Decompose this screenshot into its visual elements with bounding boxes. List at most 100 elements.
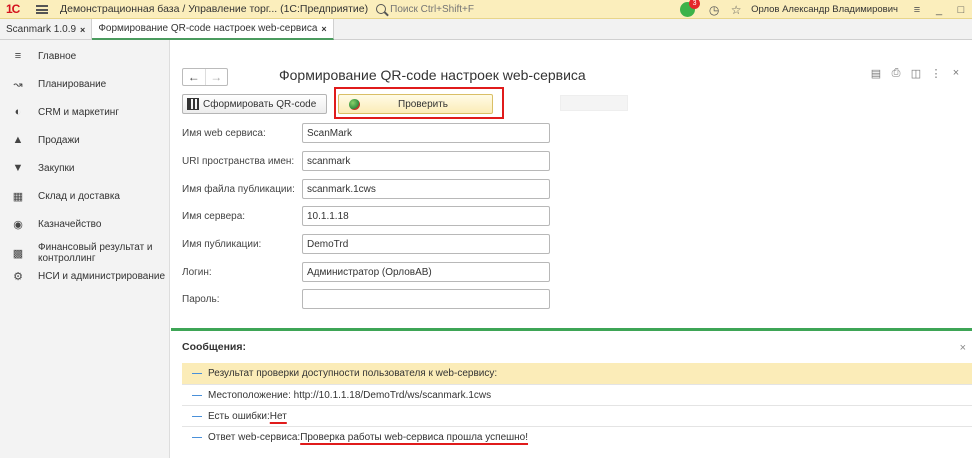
message-dash-icon: — [192,431,202,443]
message-item[interactable]: — Ответ web-сервиса: Проверка работы web… [182,426,972,447]
sidebar-item-finance[interactable]: ▩ Финансовый результат и контроллинг [0,242,170,264]
crm-icon: ◐ [14,106,22,118]
sidebar-item-label: CRM и маркетинг [38,106,119,118]
chart-icon: ▩ [12,247,24,260]
planning-icon: ↝ [13,78,23,91]
maximize-button[interactable]: □ [950,4,972,16]
notification-badge: 3 [689,0,701,9]
field-label: Имя публикации: [182,238,262,250]
sidebar-item-label: Склад и доставка [38,190,120,202]
close-icon[interactable]: × [946,67,966,80]
minimize-button[interactable]: _ [928,4,950,16]
service-name-input[interactable] [302,123,550,143]
gear-icon: ⚙ [13,270,23,283]
sidebar-item-label: Продажи [38,134,80,146]
app-title: Демонстрационная база / Управление торг.… [60,3,369,15]
password-input[interactable] [302,289,550,309]
tab-label: Scanmark 1.0.9 [6,24,77,35]
sidebar-item-sales[interactable]: ▲ Продажи [0,134,170,146]
server-name-input[interactable] [302,206,550,226]
preview-icon[interactable]: ◫ [906,67,926,80]
field-password: Пароль: [182,289,550,309]
highlight-frame [334,87,504,119]
sidebar-item-admin[interactable]: ⚙ НСИ и администрирование [0,270,170,283]
search-input[interactable] [390,3,541,15]
field-label: Имя web сервиса: [182,127,266,139]
sidebar-item-label: Главное [38,50,77,62]
generate-qr-button[interactable]: Сформировать QR-code [182,94,327,114]
qr-preview-panel [560,95,628,111]
sidebar-item-warehouse[interactable]: ▦ Склад и доставка [0,190,170,203]
notifications-icon[interactable]: 3 [680,0,701,17]
messages-close-icon[interactable]: × [960,342,966,354]
field-publication-file: Имя файла публикации: [182,179,550,199]
user-name[interactable]: Орлов Александр Владимирович [751,4,898,15]
more-actions-icon[interactable]: ⋮ [926,67,946,80]
search-icon [376,4,387,14]
message-dash-icon: — [192,389,202,401]
warehouse-icon: ▦ [12,190,24,203]
message-text: Есть ошибки: [208,410,270,422]
save-icon[interactable]: ▤ [866,67,886,80]
favorites-star-icon[interactable]: ☆ [727,3,745,17]
qr-code-icon [187,98,199,110]
sidebar-item-label: Казначейство [38,218,102,230]
forward-arrow-icon[interactable]: → [204,69,228,85]
tab-close-icon[interactable]: × [80,25,85,35]
title-bar: 1С Демонстрационная база / Управление то… [0,0,972,19]
button-label: Сформировать QR-code [203,98,317,110]
open-tabs-bar: Scanmark 1.0.9 × Формирование QR-code на… [0,19,972,40]
message-dash-icon: — [192,410,202,422]
app-logo[interactable]: 1С [6,2,30,16]
field-service-name: Имя web сервиса: [182,123,550,143]
field-login: Логин: [182,262,550,282]
field-label: Логин: [182,266,212,278]
field-publication-name: Имя публикации: [182,234,550,254]
sidebar: ≡ Главное ↝ Планирование ◐ CRM и маркети… [0,40,170,458]
field-label: Пароль: [182,293,220,305]
history-icon[interactable]: ◷ [705,3,723,17]
back-arrow-icon[interactable]: ← [183,69,205,85]
form-area: ← → Формирование QR-code настроек web-се… [171,40,972,458]
tab-label: Формирование QR-code настроек web-сервис… [98,23,318,34]
form-header-icons: ▤ ⎙ ◫ ⋮ × [866,67,966,80]
sidebar-item-label: Финансовый результат и контроллинг [38,242,153,264]
messages-list: — Результат проверки доступности пользов… [182,363,972,447]
tab-scanmark[interactable]: Scanmark 1.0.9 × [0,19,93,40]
title-bar-right: 3 ◷ ☆ Орлов Александр Владимирович ≡ _ □ [680,0,972,19]
search-box[interactable] [376,2,546,17]
sidebar-item-purchases[interactable]: ▼ Закупки [0,162,170,174]
sidebar-item-treasury[interactable]: ◉ Казначейство [0,218,170,231]
messages-title: Сообщения: [182,341,247,353]
settings-menu-icon[interactable]: ≡ [906,4,928,16]
print-icon[interactable]: ⎙ [886,67,906,80]
message-text: Ответ web-сервиса: [208,431,301,443]
message-item[interactable]: — Результат проверки доступности пользов… [182,363,972,384]
sidebar-item-crm[interactable]: ◐ CRM и маркетинг [0,106,170,118]
field-label: Имя файла публикации: [182,183,295,195]
publication-name-input[interactable] [302,234,550,254]
menu-icon: ≡ [14,50,22,62]
sidebar-item-label: Планирование [38,78,107,90]
page-title: Формирование QR-code настроек web-сервис… [279,67,586,83]
sales-icon: ▲ [12,134,24,146]
login-input[interactable] [302,262,550,282]
message-text: Местоположение: http://10.1.1.18/DemoTrd… [208,389,492,401]
field-server-name: Имя сервера: [182,206,550,226]
tab-qr-settings[interactable]: Формирование QR-code настроек web-сервис… [92,19,334,40]
field-label: URI пространства имен: [182,155,295,167]
sidebar-item-label: Закупки [38,162,75,174]
namespace-uri-input[interactable] [302,151,550,171]
sidebar-item-planning[interactable]: ↝ Планирование [0,78,170,91]
message-item[interactable]: — Местоположение: http://10.1.1.18/DemoT… [182,384,972,405]
tab-close-icon[interactable]: × [321,24,326,34]
cart-icon: ▼ [12,162,24,174]
main-menu-icon[interactable] [36,4,48,14]
message-item[interactable]: — Есть ошибки: Нет [182,405,972,426]
messages-divider[interactable] [171,328,972,331]
message-text: Результат проверки доступности пользоват… [208,368,498,379]
publication-file-input[interactable] [302,179,550,199]
sidebar-item-main[interactable]: ≡ Главное [0,50,170,62]
treasury-icon: ◉ [13,218,23,231]
field-label: Имя сервера: [182,210,246,222]
